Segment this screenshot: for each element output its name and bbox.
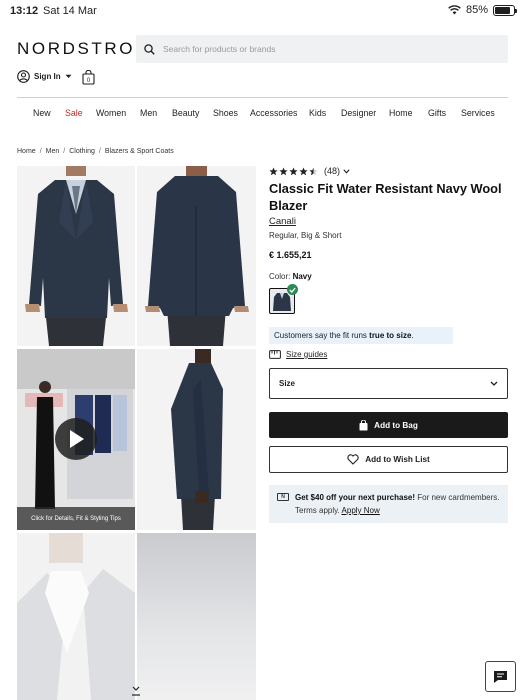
status-time: 13:12 (10, 5, 39, 17)
size-guides-link[interactable]: Size guides (269, 350, 327, 359)
scroll-down-indicator[interactable] (131, 684, 141, 700)
status-right: 85% (448, 4, 517, 16)
apply-now-link[interactable]: Apply Now (342, 506, 380, 515)
chevron-down-icon (490, 381, 498, 386)
nav-item-sale[interactable]: Sale (65, 108, 83, 118)
promo-headline: Get $40 off your next purchase! (295, 493, 416, 502)
main-nav: New Sale Women Men Beauty Shoes Accessor… (0, 108, 525, 124)
shopping-bag-icon (359, 419, 368, 430)
selected-check-icon (287, 284, 298, 295)
breadcrumb-clothing[interactable]: Clothing (69, 148, 95, 155)
nav-item-home[interactable]: Home (389, 108, 412, 118)
video-caption: Click for Details, Fit & Styling Tips (31, 516, 121, 522)
nav-item-men[interactable]: Men (140, 108, 157, 118)
brand-link[interactable]: Canali (269, 216, 296, 227)
star-icon (279, 166, 288, 175)
nav-divider (17, 97, 508, 98)
product-image-back[interactable] (137, 166, 256, 346)
wifi-icon (448, 5, 461, 15)
search-input[interactable] (163, 44, 463, 54)
blazer-closeup-illustration (17, 533, 135, 700)
product-video[interactable]: Click for Details, Fit & Styling Tips (17, 349, 135, 530)
fit-note-bold: true to size (369, 331, 412, 340)
card-icon-text: N (281, 493, 285, 500)
breadcrumb: Home / Men / Clothing / Blazers & Sport Coats (17, 148, 174, 155)
play-button[interactable] (55, 418, 97, 460)
play-icon (70, 430, 84, 448)
status-bar: 13:12 Sat 14 Mar 85% (0, 0, 525, 22)
add-to-bag-label: Add to Bag (374, 420, 418, 430)
cardmember-promo: N Get $40 off your next purchase! For ne… (269, 485, 508, 523)
nav-item-gifts[interactable]: Gifts (428, 108, 446, 118)
nav-item-kids[interactable]: Kids (309, 108, 326, 118)
size-guides-label: Size guides (286, 350, 328, 359)
blazer-side-illustration (137, 349, 256, 530)
fit-note-suffix: . (411, 331, 414, 340)
chevron-down-icon (343, 168, 350, 174)
nav-item-shoes[interactable]: Shoes (213, 108, 238, 118)
nav-item-beauty[interactable]: Beauty (172, 108, 199, 118)
sign-in-button[interactable]: Sign In (17, 70, 72, 83)
ruler-icon (269, 350, 281, 359)
blazer-back-illustration (137, 166, 256, 346)
heart-icon (347, 454, 359, 465)
add-to-wishlist-button[interactable]: Add to Wish List (269, 446, 508, 473)
nav-item-accessories[interactable]: Accessories (250, 108, 297, 118)
product-image-side[interactable] (137, 349, 256, 530)
nav-item-new[interactable]: New (33, 108, 51, 118)
star-icon (269, 166, 278, 175)
star-icon (299, 166, 308, 175)
fit-note-prefix: Customers say the fit runs (274, 331, 370, 340)
shopping-bag-icon: 0 (82, 69, 95, 85)
rating-summary[interactable]: (48) (269, 166, 350, 176)
sign-in-label: Sign In (34, 72, 61, 81)
fit-note-banner: Customers say the fit runs true to size. (269, 327, 453, 344)
product-title: Classic Fit Water Resistant Navy Wool Bl… (269, 181, 502, 213)
credit-card-icon: N (277, 493, 289, 501)
add-to-wishlist-label: Add to Wish List (365, 455, 430, 464)
color-label-text: Color: (269, 272, 291, 281)
nav-item-designer[interactable]: Designer (341, 108, 376, 118)
nordstrom-logo[interactable]: NORDSTROM (17, 39, 152, 59)
status-date: Sat 14 Mar (43, 5, 97, 17)
battery-percent: 85% (465, 4, 488, 16)
color-label: Color: Navy (269, 272, 312, 281)
fit-options: Regular, Big & Short (269, 231, 342, 240)
nav-item-services[interactable]: Services (461, 108, 495, 118)
product-image-closeup[interactable] (17, 533, 135, 700)
review-count[interactable]: (48) (324, 166, 340, 176)
breadcrumb-blazers[interactable]: Blazers & Sport Coats (105, 148, 174, 155)
account-icon (17, 70, 30, 83)
chat-button[interactable] (485, 661, 516, 692)
size-dropdown-label: Size (279, 379, 296, 388)
chat-icon (494, 670, 507, 683)
battery-icon (493, 4, 517, 16)
add-to-bag-button[interactable]: Add to Bag (269, 412, 508, 438)
svg-text:0: 0 (87, 78, 91, 84)
blazer-front-illustration (17, 166, 135, 346)
product-image-detail[interactable] (137, 533, 256, 700)
selected-color: Navy (292, 272, 312, 281)
breadcrumb-home[interactable]: Home (17, 148, 36, 155)
half-star-icon (309, 166, 318, 175)
size-dropdown[interactable]: Size (269, 368, 508, 399)
product-price: € 1.655,21 (269, 250, 312, 260)
shopping-bag-button[interactable]: 0 (82, 69, 95, 90)
nav-item-women[interactable]: Women (96, 108, 126, 118)
breadcrumb-men[interactable]: Men (46, 148, 60, 155)
star-rating (269, 166, 318, 176)
product-image-front[interactable] (17, 166, 135, 346)
star-icon (289, 166, 298, 175)
chevron-down-icon (132, 686, 140, 696)
search-icon (144, 43, 155, 55)
search-bar[interactable] (136, 35, 508, 63)
chevron-down-icon (65, 74, 72, 78)
